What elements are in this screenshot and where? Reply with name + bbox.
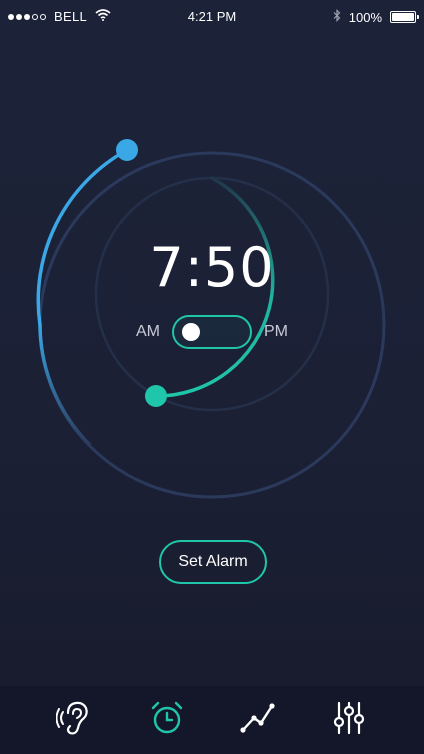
alarm-dial[interactable] [0,0,424,754]
tab-settings[interactable] [324,695,374,745]
alarm-time: 7:50 [149,236,275,299]
toggle-knob [182,323,200,341]
am-label: AM [136,323,160,340]
equalizer-icon [331,700,367,741]
ampm-toggle[interactable] [172,315,252,349]
set-alarm-button[interactable]: Set Alarm [159,540,267,584]
pm-label: PM [264,323,288,340]
tab-stats[interactable] [233,695,283,745]
alarm-clock-icon [149,700,185,741]
ampm-selector: AM PM [0,315,424,349]
ear-icon [55,700,96,741]
tab-bar [0,686,424,754]
tab-hearing[interactable] [51,695,101,745]
tab-alarm[interactable] [142,695,192,745]
trend-chart-icon [239,701,277,740]
minute-handle[interactable] [145,385,167,407]
hour-handle[interactable] [116,139,138,161]
